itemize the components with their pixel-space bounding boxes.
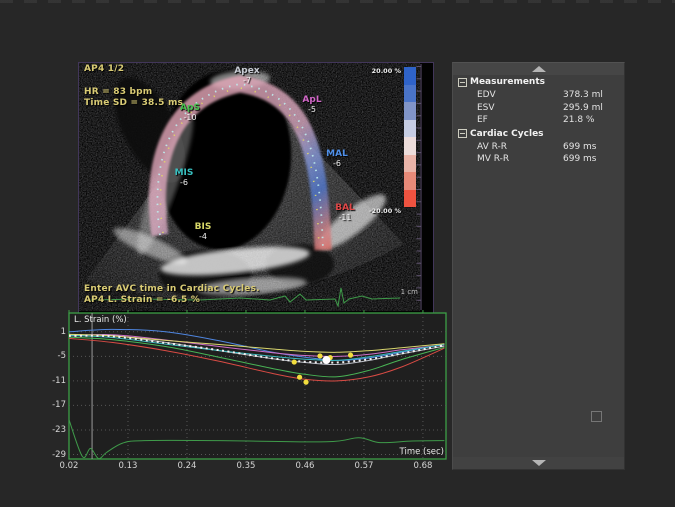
time-sd-label: Time SD = 38.5 ms	[84, 98, 183, 108]
scroll-down-icon	[532, 460, 546, 466]
y-tick-label: -29	[44, 450, 66, 460]
x-tick-label: 0.35	[237, 461, 256, 471]
panel-scroll-down[interactable]	[453, 457, 624, 469]
measurement-row: EDV378.3 ml	[453, 89, 624, 102]
colorbar-segment	[404, 172, 416, 190]
depth-scale-label: 1 cm	[398, 288, 418, 296]
measurements-panel: MeasurementsEDV378.3 mlESV295.9 mlEF21.8…	[452, 62, 625, 470]
colorbar-max-label: 20.00 %	[357, 67, 401, 75]
collapse-icon[interactable]	[458, 129, 467, 138]
strain-chart-plot	[69, 313, 446, 459]
segment-label-bal: BAL-11	[335, 203, 355, 223]
group-header-measurements[interactable]: Measurements	[453, 75, 624, 89]
segment-label-apex: Apex-7	[234, 66, 259, 86]
measurement-row: EF21.8 %	[453, 114, 624, 127]
colorbar-segment	[404, 67, 416, 85]
scroll-up-icon	[532, 66, 546, 72]
group-header-cardiac-cycles[interactable]: Cardiac Cycles	[453, 127, 624, 141]
x-tick-label: 0.57	[354, 461, 373, 471]
colorbar-segment	[404, 102, 416, 120]
segment-label-apl: ApL-5	[302, 95, 321, 115]
measurement-row: MV R-R699 ms	[453, 153, 624, 166]
x-tick-label: 0.24	[178, 461, 197, 471]
x-tick-label: 0.02	[60, 461, 79, 471]
measurement-row: AV R-R699 ms	[453, 141, 624, 154]
y-tick-label: -17	[44, 400, 66, 410]
chart-title: L. Strain (%)	[74, 315, 127, 325]
y-tick-label: -5	[44, 351, 66, 361]
segment-label-aps: ApS-10	[180, 103, 200, 123]
global-strain-label: AP4 L. Strain = -6.5 %	[84, 295, 200, 305]
strain-colorbar	[404, 67, 416, 207]
segment-label-mis: MIS-6	[175, 168, 194, 188]
chart-xlabel: Time (sec)	[374, 447, 444, 457]
colorbar-min-label: -20.00 %	[357, 207, 401, 215]
panel-small-button[interactable]	[591, 411, 602, 422]
colorbar-segment	[404, 137, 416, 155]
measurement-row: ESV295.9 ml	[453, 102, 624, 115]
x-tick-label: 0.68	[413, 461, 432, 471]
segment-label-mal: MAL-6	[326, 149, 348, 169]
y-tick-label: -11	[44, 376, 66, 386]
view-label: AP4 1/2	[84, 64, 124, 74]
colorbar-segment	[404, 120, 416, 138]
avc-prompt: Enter AVC time in Cardiac Cycles.	[84, 284, 260, 294]
colorbar-segment	[404, 190, 416, 208]
colorbar-segment	[404, 155, 416, 173]
colorbar-segment	[404, 85, 416, 103]
collapse-icon[interactable]	[458, 78, 467, 87]
y-tick-label: -23	[44, 425, 66, 435]
application-window: AP4 1/2 HR = 83 bpm Time SD = 38.5 ms En…	[0, 0, 675, 507]
panel-scroll-up[interactable]	[453, 63, 624, 75]
segment-label-bis: BIS-4	[195, 222, 212, 242]
x-tick-label: 0.13	[119, 461, 138, 471]
heart-rate-label: HR = 83 bpm	[84, 87, 152, 97]
y-tick-label: 1	[44, 327, 66, 337]
x-tick-label: 0.46	[295, 461, 314, 471]
